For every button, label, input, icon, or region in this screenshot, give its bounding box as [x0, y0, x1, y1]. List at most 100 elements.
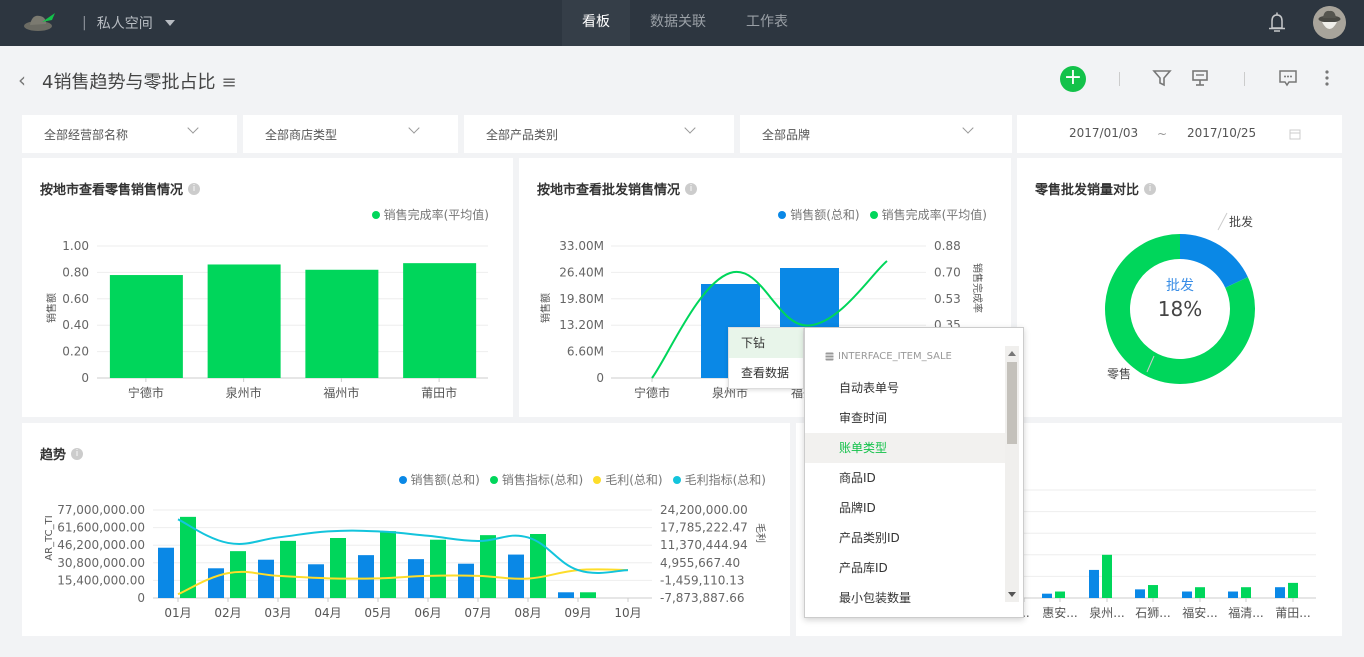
filter-product-category[interactable]: 全部产品类别 — [464, 115, 734, 153]
date-range-picker[interactable]: 2017/01/03 ~ 2017/10/25 — [1017, 115, 1342, 153]
date-separator: ~ — [1157, 127, 1168, 141]
filter-icon[interactable] — [1152, 68, 1172, 88]
scrollbar-thumb[interactable] — [1007, 362, 1017, 444]
x-tick-label: 福安... — [1182, 605, 1217, 620]
comment-icon[interactable] — [1278, 68, 1298, 88]
x-tick-label: 石狮... — [1135, 606, 1170, 620]
slice-label: 零售 — [1107, 366, 1131, 381]
x-tick-label: 07月 — [464, 606, 491, 620]
scroll-up-icon[interactable] — [1008, 351, 1016, 356]
menu-item-view-data[interactable]: 查看数据 — [729, 358, 803, 388]
context-menu: 下钻 查看数据 — [728, 327, 804, 389]
chevron-down-icon — [684, 122, 696, 134]
bar — [330, 538, 346, 598]
x-tick-label: 泉州市 — [226, 385, 262, 400]
center-value: 18% — [1158, 297, 1202, 321]
bar — [403, 263, 477, 378]
x-tick-label: 04月 — [314, 606, 341, 620]
more-icon[interactable] — [1317, 68, 1337, 88]
y-tick-label: 6.60M — [567, 345, 604, 359]
dropdown-item[interactable]: 审查时间 — [805, 403, 1005, 433]
avatar-hat-icon — [1313, 6, 1346, 39]
x-tick-label: 宁德市 — [128, 385, 164, 400]
dropdown-item-selected[interactable]: 账单类型 — [805, 433, 1005, 463]
menu-item-drill-down[interactable]: 下钻 — [729, 328, 803, 358]
bar — [1275, 587, 1285, 598]
trend-chart-card: 趋势 i 销售额(总和) 销售指标(总和) 毛利(总和) 毛利指标(总和) 0 15… — [22, 423, 790, 636]
date-start[interactable]: 2017/01/03 — [1069, 126, 1138, 140]
y-axis-label: AR_TC_TI — [44, 515, 55, 560]
y-tick-label: 0.40 — [62, 318, 89, 332]
bar — [580, 592, 596, 598]
x-tick-label: 05月 — [364, 606, 391, 620]
bar — [1182, 591, 1192, 598]
calendar-icon[interactable] — [1289, 128, 1301, 140]
y-tick-label: 1.00 — [62, 239, 89, 253]
bar — [1042, 593, 1052, 598]
bell-icon[interactable] — [1264, 10, 1290, 36]
x-tick-label: 惠安... — [1042, 605, 1077, 620]
bar — [109, 275, 183, 378]
bar — [1055, 591, 1065, 598]
chevron-down-icon — [962, 122, 974, 134]
back-icon[interactable]: ‹ — [18, 68, 26, 92]
bar — [1195, 587, 1205, 598]
filter-brand[interactable]: 全部品牌 — [740, 115, 1012, 153]
bar — [408, 559, 424, 598]
bar — [358, 555, 374, 598]
tab-data-relation[interactable]: 数据关联 — [630, 0, 726, 46]
slice-label: 批发 — [1229, 214, 1253, 229]
y-tick-label: 0 — [137, 591, 145, 605]
user-avatar[interactable] — [1313, 6, 1346, 39]
y2-axis-label: 毛利 — [754, 523, 766, 543]
x-tick-label: 福清... — [1228, 605, 1263, 620]
filter-store-type[interactable]: 全部商店类型 — [243, 115, 458, 153]
logo-hat-icon[interactable] — [22, 10, 58, 34]
bar — [230, 551, 246, 598]
dropdown-item[interactable]: 产品库ID — [805, 553, 1005, 583]
y-tick-label: 0.60 — [62, 292, 89, 306]
field-dropdown: INTERFACE_ITEM_SALE 自动表单号 审查时间 账单类型 商品ID… — [804, 327, 1024, 618]
database-icon — [825, 352, 834, 361]
dropdown-header: INTERFACE_ITEM_SALE — [825, 351, 952, 362]
chevron-down-icon — [408, 122, 420, 134]
y2-tick-label: 11,370,444.94 — [660, 538, 748, 552]
center-label: 批发 — [1166, 278, 1194, 294]
dropdown-item[interactable]: 商品ID — [805, 463, 1005, 493]
dropdown-item[interactable]: 自动表单号 — [805, 373, 1005, 403]
dropdown-item[interactable]: 产品类别ID — [805, 523, 1005, 553]
x-tick-label: 宁德市 — [634, 385, 670, 400]
main-nav: 看板 数据关联 工作表 — [562, 0, 808, 46]
page-title: 4销售趋势与零批占比 ≡ — [42, 72, 237, 93]
divider — [1119, 72, 1120, 86]
bar — [258, 559, 274, 598]
x-tick-label: 06月 — [414, 606, 441, 620]
y-tick-label: 77,000,000.00 — [57, 503, 145, 517]
tab-dashboard[interactable]: 看板 — [562, 0, 630, 46]
x-tick-label: 02月 — [214, 606, 241, 620]
date-end[interactable]: 2017/10/25 — [1187, 126, 1256, 140]
dropdown-scrollbar[interactable] — [1005, 346, 1019, 602]
ratio-chart-card: 零售批发销量对比 i 批发 零售 批发 18% — [1017, 158, 1342, 417]
menu-icon[interactable]: ≡ — [221, 72, 236, 93]
y-tick-label: 0 — [81, 371, 89, 385]
dropdown-item[interactable]: 品牌ID — [805, 493, 1005, 523]
x-tick-label: 10月 — [614, 606, 641, 620]
add-button[interactable]: + — [1060, 66, 1086, 92]
y-tick-label: 0.80 — [62, 265, 89, 279]
tab-worksheet[interactable]: 工作表 — [726, 0, 808, 46]
bar — [1089, 569, 1099, 598]
scroll-down-icon[interactable] — [1008, 592, 1016, 597]
dropdown-item[interactable]: 最小包装数量 — [805, 583, 1005, 607]
bar — [1228, 591, 1238, 598]
top-bar: | 私人空间 看板 数据关联 工作表 — [0, 0, 1364, 46]
trend-chart-svg: 0 15,400,000.00 30,800,000.00 46,200,000.00… — [44, 503, 766, 620]
space-selector[interactable]: | 私人空间 — [82, 13, 175, 33]
y-tick-label: 33.00M — [559, 239, 604, 253]
presentation-icon[interactable] — [1190, 68, 1210, 88]
filter-department[interactable]: 全部经营部名称 — [22, 115, 237, 153]
x-tick-label: 08月 — [514, 606, 541, 620]
bar — [158, 547, 174, 598]
bar — [207, 264, 281, 378]
bar — [1148, 585, 1158, 598]
